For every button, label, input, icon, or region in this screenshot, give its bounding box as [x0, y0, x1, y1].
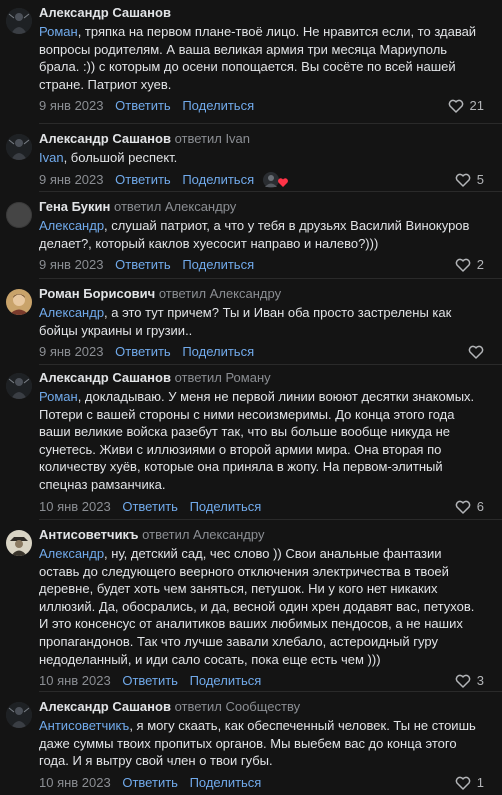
share-button[interactable]: Поделиться	[182, 98, 254, 113]
divider	[39, 123, 502, 124]
reply-to-label[interactable]: ответил Роману	[175, 370, 271, 385]
share-button[interactable]: Поделиться	[182, 172, 254, 187]
like-button[interactable]: 1	[455, 772, 484, 794]
comment: Роман Борисович ответил Александру Алекс…	[0, 283, 502, 363]
heart-outline-icon	[455, 500, 471, 514]
comment-text: Антисоветчикъ, я могу скаать, как обеспе…	[39, 718, 476, 769]
comment-date[interactable]: 9 янв 2023	[39, 98, 104, 113]
heart-outline-icon	[455, 173, 471, 187]
reply-button[interactable]: Ответить	[115, 344, 171, 359]
reply-to-label[interactable]: ответил Сообществу	[175, 699, 301, 714]
comment-date[interactable]: 10 янв 2023	[39, 775, 111, 790]
comment: Гена Букин ответил Александру Александр,…	[0, 196, 502, 276]
comment-text: Ivan, большой респект.	[39, 150, 178, 165]
like-button[interactable]: 2	[455, 254, 484, 276]
like-count: 5	[476, 171, 484, 187]
mention-link[interactable]: Александр	[39, 218, 104, 233]
reply-button[interactable]: Ответить	[122, 499, 178, 514]
divider	[39, 364, 502, 365]
share-button[interactable]: Поделиться	[190, 673, 262, 688]
reply-to-label[interactable]: ответил Ivan	[175, 131, 250, 146]
comment-meta: 9 янв 2023 Ответить Поделиться 2	[39, 254, 484, 276]
author-name[interactable]: Александр Сашанов	[39, 5, 171, 20]
divider	[39, 278, 502, 279]
comment-header: Александр Сашанов ответил Сообществу	[39, 696, 484, 716]
comment-header: Александр Сашанов	[39, 2, 484, 22]
author-name[interactable]: Антисоветчикъ	[39, 527, 139, 542]
comment-text: Александр, ну, детский сад, чес слово ))…	[39, 546, 475, 667]
reply-button[interactable]: Ответить	[115, 257, 171, 272]
comment: Александр Сашанов ответил Ivan Ivan, бол…	[0, 128, 502, 191]
comment-text: Роман, докладываю. У меня не первой лини…	[39, 389, 475, 492]
mention-link[interactable]: Антисоветчикъ	[39, 718, 129, 733]
comment: Александр Сашанов ответил Сообществу Ант…	[0, 696, 502, 794]
author-name[interactable]: Роман Борисович	[39, 286, 155, 301]
comment-header: Роман Борисович ответил Александру	[39, 283, 484, 303]
like-count: 21	[469, 98, 484, 114]
heart-outline-icon	[448, 99, 464, 114]
reply-to-label[interactable]: ответил Александру	[142, 527, 264, 542]
comment-text: Роман, тряпка на первом плане-твоё лицо.…	[39, 24, 477, 92]
comment: Антисоветчикъ ответил Александру Алексан…	[0, 524, 502, 692]
reply-to-label[interactable]: ответил Александру	[114, 199, 236, 214]
share-button[interactable]: Поделиться	[182, 344, 254, 359]
comment-thread: Александр Сашанов Роман, тряпка на перво…	[0, 0, 502, 795]
mention-link[interactable]: Роман	[39, 24, 78, 39]
reply-button[interactable]: Ответить	[122, 673, 178, 688]
author-name[interactable]: Александр Сашанов	[39, 699, 171, 714]
comment-header: Александр Сашанов ответил Ivan	[39, 128, 484, 148]
comment-date[interactable]: 9 янв 2023	[39, 172, 104, 187]
heart-outline-icon	[455, 258, 471, 272]
like-button[interactable]: 21	[448, 95, 484, 117]
comment-meta: 10 янв 2023 Ответить Поделиться 1	[39, 772, 484, 794]
comment-header: Антисоветчикъ ответил Александру	[39, 524, 484, 544]
like-button[interactable]	[468, 341, 484, 363]
comment-meta: 9 янв 2023 Ответить Поделиться	[39, 341, 484, 363]
comment-text: Александр, а это тут причем? Ты и Иван о…	[39, 305, 452, 338]
like-button[interactable]: 3	[455, 670, 484, 692]
author-name[interactable]: Гена Букин	[39, 199, 110, 214]
like-count: 6	[476, 498, 484, 514]
author-name[interactable]: Александр Сашанов	[39, 131, 171, 146]
mention-link[interactable]: Роман	[39, 389, 78, 404]
like-count: 2	[476, 257, 484, 273]
like-button[interactable]: 6	[455, 496, 484, 518]
comment-meta: 10 янв 2023 Ответить Поделиться 3	[39, 670, 484, 692]
mention-link[interactable]: Александр	[39, 305, 104, 320]
comment-text: Александр, слушай патриот, а что у тебя …	[39, 218, 470, 251]
like-count: 1	[476, 774, 484, 790]
heart-outline-icon	[455, 776, 471, 790]
comment: Александр Сашанов ответил Роману Роман, …	[0, 367, 502, 518]
comment-date[interactable]: 9 янв 2023	[39, 257, 104, 272]
heart-red-icon	[278, 177, 288, 187]
heart-outline-icon	[455, 674, 471, 688]
share-button[interactable]: Поделиться	[182, 257, 254, 272]
like-button[interactable]: 5	[455, 169, 484, 191]
like-count: 3	[476, 673, 484, 689]
reply-button[interactable]: Ответить	[115, 98, 171, 113]
comment-meta: 9 янв 2023 Ответить Поделиться 21	[39, 95, 484, 117]
share-button[interactable]: Поделиться	[190, 775, 262, 790]
comment-date[interactable]: 10 янв 2023	[39, 499, 111, 514]
mention-link[interactable]: Ivan	[39, 150, 64, 165]
comment-meta: 10 янв 2023 Ответить Поделиться 6	[39, 496, 484, 518]
mention-link[interactable]: Александр	[39, 546, 104, 561]
comment-meta: 9 янв 2023 Ответить Поделиться 5	[39, 169, 484, 191]
share-button[interactable]: Поделиться	[190, 499, 262, 514]
comment-header: Александр Сашанов ответил Роману	[39, 367, 484, 387]
reply-button[interactable]: Ответить	[115, 172, 171, 187]
comment-date[interactable]: 9 янв 2023	[39, 344, 104, 359]
comment-date[interactable]: 10 янв 2023	[39, 673, 111, 688]
comment: Александр Сашанов Роман, тряпка на перво…	[0, 2, 502, 117]
author-name[interactable]: Александр Сашанов	[39, 370, 171, 385]
divider	[39, 519, 502, 520]
divider	[39, 691, 502, 692]
reply-button[interactable]: Ответить	[122, 775, 178, 790]
comment-header: Гена Букин ответил Александру	[39, 196, 484, 216]
divider	[39, 191, 502, 192]
heart-outline-icon	[468, 345, 484, 359]
liked-by-indicator[interactable]	[262, 171, 290, 189]
reply-to-label[interactable]: ответил Александру	[159, 286, 281, 301]
